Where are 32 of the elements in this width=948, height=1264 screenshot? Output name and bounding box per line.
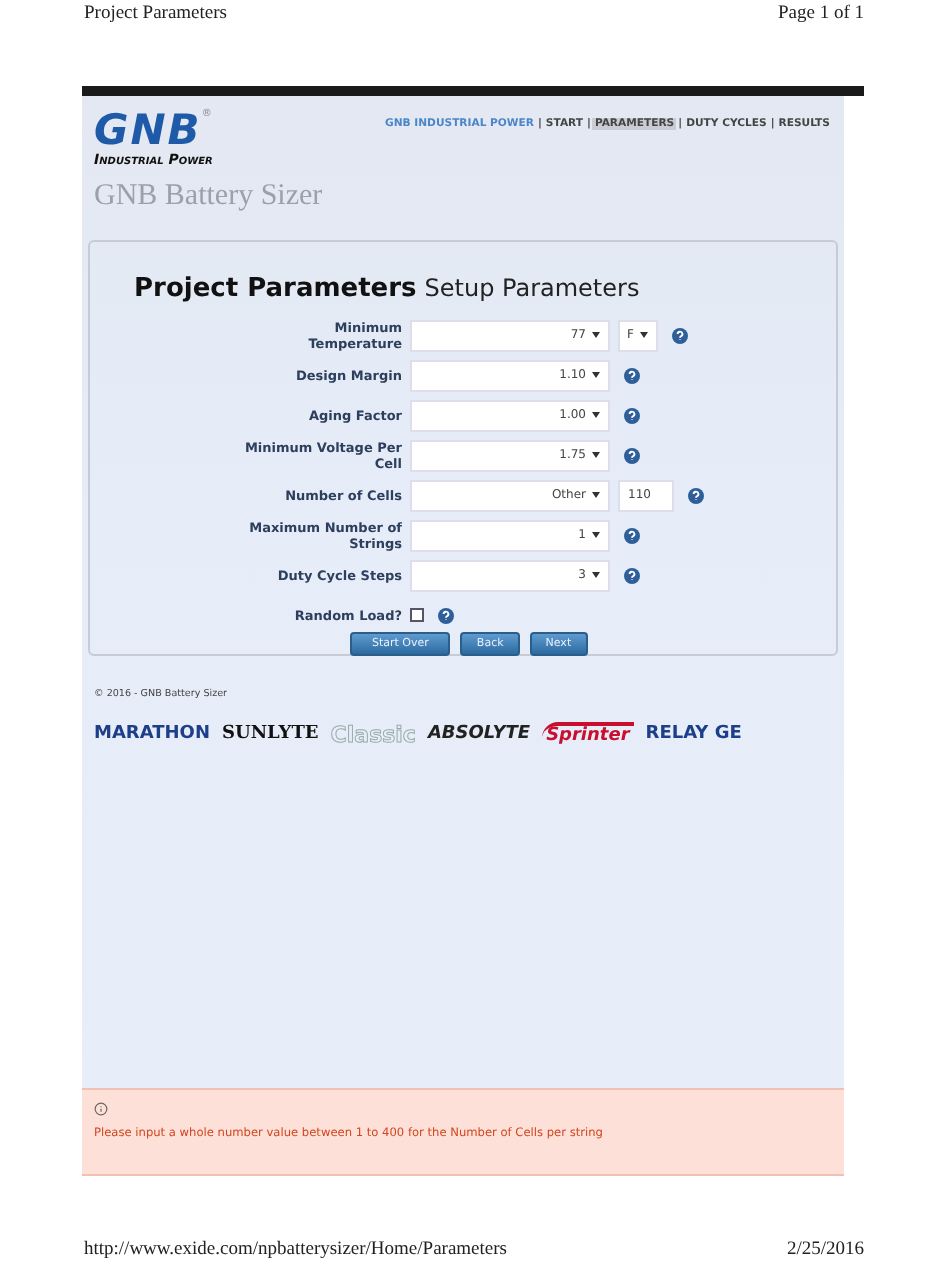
- page-number: Page 1 of 1: [777, 4, 864, 24]
- site-title: GNB Battery Sizer: [94, 180, 323, 214]
- caret-icon: [592, 332, 600, 338]
- caret-icon: [592, 492, 600, 498]
- help-icon[interactable]: [624, 567, 640, 583]
- brand-logo: ABSOLYTE: [427, 724, 531, 744]
- brand-logo: Sprinter: [542, 722, 634, 746]
- caret-icon: [592, 532, 600, 538]
- panel-subtitle: Setup Parameters: [424, 274, 640, 302]
- caret-icon: [592, 372, 600, 378]
- brand-logo: GNB: [94, 108, 202, 152]
- help-icon[interactable]: [624, 447, 640, 463]
- page-url: http://www.exide.com/npbatterysizer/Home/Parameters: [84, 1240, 507, 1260]
- brand-logo: RELAY GE: [645, 724, 742, 744]
- help-icon[interactable]: [672, 327, 688, 343]
- help-icon[interactable]: [624, 527, 640, 543]
- panel-title: Project Parameters: [134, 274, 417, 304]
- caret-icon: [592, 572, 600, 578]
- brand-logo: SUNLYTE: [221, 724, 319, 744]
- checkbox[interactable]: [410, 608, 424, 622]
- info-icon: [94, 1102, 108, 1116]
- caret-icon: [640, 332, 648, 338]
- help-icon[interactable]: [688, 487, 704, 503]
- brand-logo: Classic: [330, 721, 416, 747]
- caret-icon: [592, 412, 600, 418]
- brand-logo: MARATHON: [94, 724, 210, 744]
- print-date: 2/25/2016: [786, 1240, 864, 1260]
- print-page-title: Project Parameters: [84, 4, 227, 24]
- caret-icon: [592, 452, 600, 458]
- help-icon[interactable]: [438, 607, 454, 623]
- help-icon[interactable]: [624, 367, 640, 383]
- help-icon[interactable]: [624, 407, 640, 423]
